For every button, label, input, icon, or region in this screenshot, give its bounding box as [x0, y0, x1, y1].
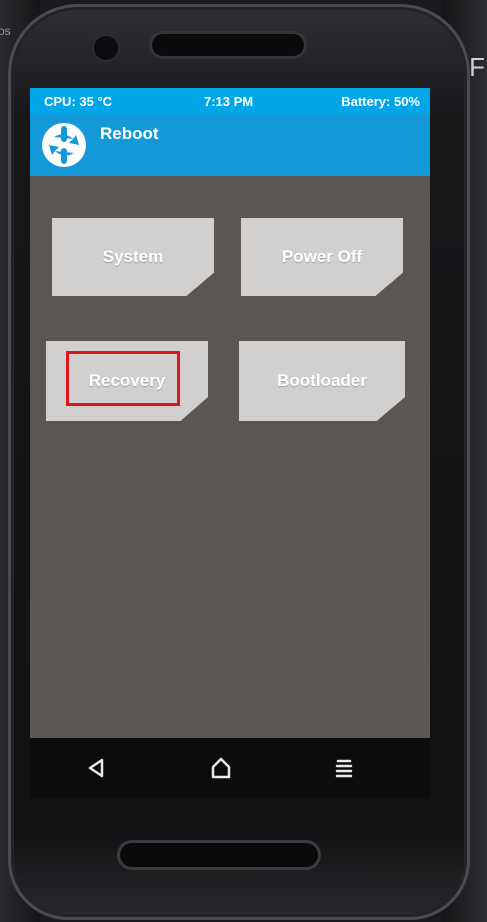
page-header: Reboot: [30, 114, 430, 176]
bootloader-button[interactable]: Bootloader: [239, 341, 405, 421]
home-icon[interactable]: [205, 752, 237, 784]
background-keyboard-letter: F: [469, 52, 485, 82]
earpiece-speaker: [152, 34, 304, 56]
front-camera: [94, 36, 118, 60]
battery-level: Battery: 50%: [341, 94, 420, 109]
power-off-button[interactable]: Power Off: [241, 218, 403, 296]
cpu-temperature: CPU: 35 °C: [44, 94, 113, 109]
background-left-text: os: [0, 24, 11, 38]
clock: 7:13 PM: [204, 94, 254, 109]
menu-icon[interactable]: [328, 752, 360, 784]
page-title: Reboot: [100, 124, 159, 143]
navigation-bar: [30, 738, 430, 798]
back-icon[interactable]: [80, 752, 112, 784]
bottom-speaker: [120, 843, 318, 867]
twrp-logo-icon: [42, 123, 86, 167]
phone-screen: CPU: 35 °C 7:13 PM Battery: 50% Reboot S…: [30, 88, 430, 738]
recovery-button[interactable]: Recovery: [46, 341, 208, 421]
status-bar: CPU: 35 °C 7:13 PM Battery: 50%: [30, 88, 430, 114]
system-button[interactable]: System: [52, 218, 214, 296]
